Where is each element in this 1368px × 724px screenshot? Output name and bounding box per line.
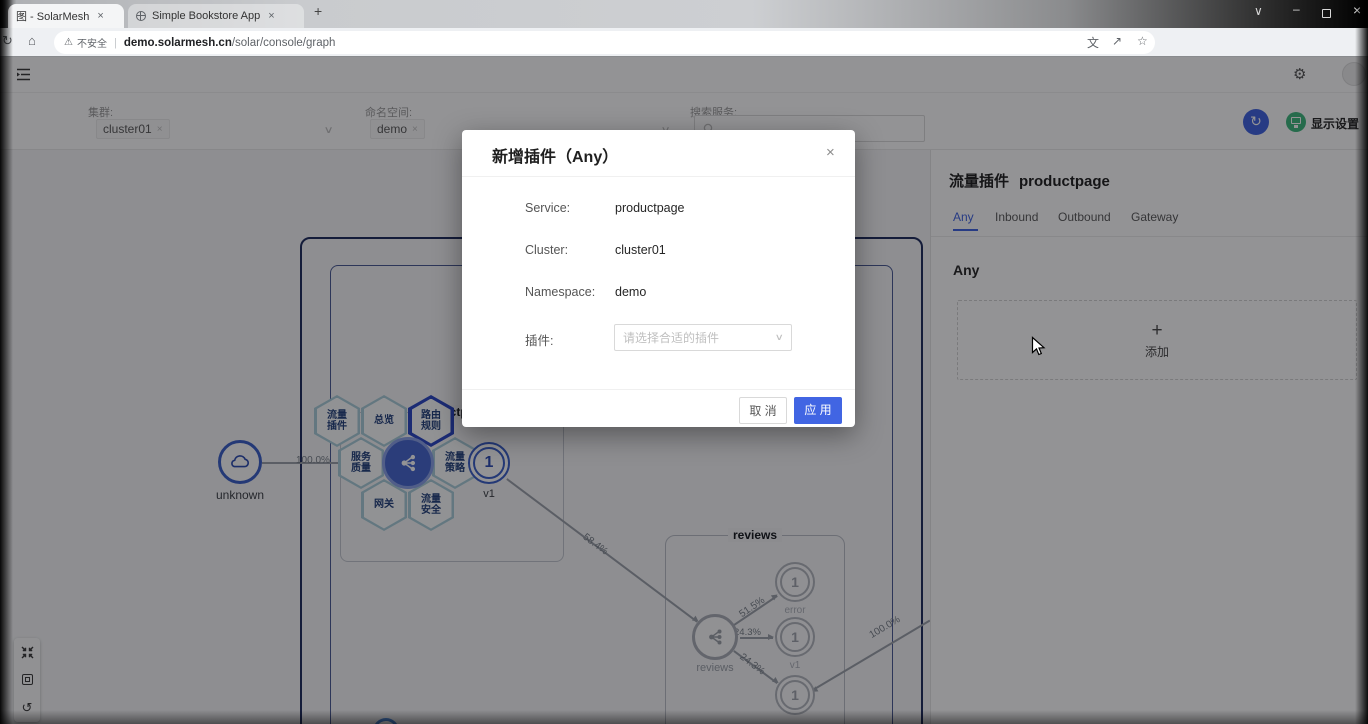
warning-icon: ⚠ <box>64 37 73 48</box>
add-plugin-modal: 新增插件（Any） × Service: productpage Cluster… <box>462 130 855 427</box>
select-placeholder: 请选择合适的插件 <box>623 329 776 346</box>
chevron-down-icon: ∨ <box>775 332 784 343</box>
tab-search-chevron-icon[interactable]: ∨ <box>1254 4 1263 18</box>
browser-toolbar: ↻ ⌂ ⚠不安全 | demo.solarmesh.cn /solar/cons… <box>0 28 1368 57</box>
namespace-field-value: demo <box>615 285 646 299</box>
plugin-select[interactable]: 请选择合适的插件 ∨ <box>614 324 792 351</box>
tab-title: Simple Bookstore App <box>152 10 260 22</box>
reload-icon[interactable]: ↻ <box>2 33 13 49</box>
cluster-field-label: Cluster: <box>525 243 568 257</box>
apply-button[interactable]: 应 用 <box>794 397 842 424</box>
service-field-value: productpage <box>615 201 685 215</box>
mouse-cursor <box>1031 336 1047 358</box>
browser-tab-bookstore[interactable]: Simple Bookstore App × <box>128 4 304 28</box>
tab-title: 图 - SolarMesh <box>16 8 89 24</box>
modal-title: 新增插件（Any） <box>492 143 618 167</box>
namespace-field-label: Namespace: <box>525 285 595 299</box>
new-tab-button[interactable]: + <box>314 3 322 19</box>
tab-close-icon[interactable]: × <box>97 10 103 22</box>
bookmark-star-icon[interactable]: ☆ <box>1137 34 1148 48</box>
maximize-button[interactable] <box>1322 9 1331 18</box>
home-icon[interactable]: ⌂ <box>28 33 36 48</box>
cancel-button[interactable]: 取 消 <box>739 397 787 424</box>
modal-header: 新增插件（Any） × <box>462 130 855 177</box>
url-separator: | <box>114 37 117 49</box>
tab-close-icon[interactable]: × <box>268 10 274 22</box>
plugin-field-label: 插件: <box>525 330 553 349</box>
translate-icon[interactable]: 文 <box>1087 34 1099 51</box>
browser-tab-solarmesh[interactable]: 图 - SolarMesh × <box>8 4 124 28</box>
screen: 图 - SolarMesh × Simple Bookstore App × +… <box>0 0 1368 724</box>
browser-tab-strip: 图 - SolarMesh × Simple Bookstore App × +… <box>0 0 1368 28</box>
globe-favicon-icon <box>136 11 146 21</box>
close-icon[interactable]: × <box>826 144 835 161</box>
cluster-field-value: cluster01 <box>615 243 666 257</box>
share-icon[interactable]: ↗ <box>1112 34 1122 48</box>
close-window-button[interactable]: × <box>1353 2 1361 18</box>
address-bar[interactable]: ⚠不安全 | demo.solarmesh.cn /solar/console/… <box>54 31 1155 54</box>
url-domain: demo.solarmesh.cn <box>124 37 232 49</box>
minimize-button[interactable]: – <box>1293 2 1300 16</box>
security-warning[interactable]: ⚠不安全 <box>64 35 107 50</box>
url-path: /solar/console/graph <box>232 37 336 49</box>
service-field-label: Service: <box>525 201 570 215</box>
modal-footer: 取 消 应 用 <box>462 389 855 427</box>
